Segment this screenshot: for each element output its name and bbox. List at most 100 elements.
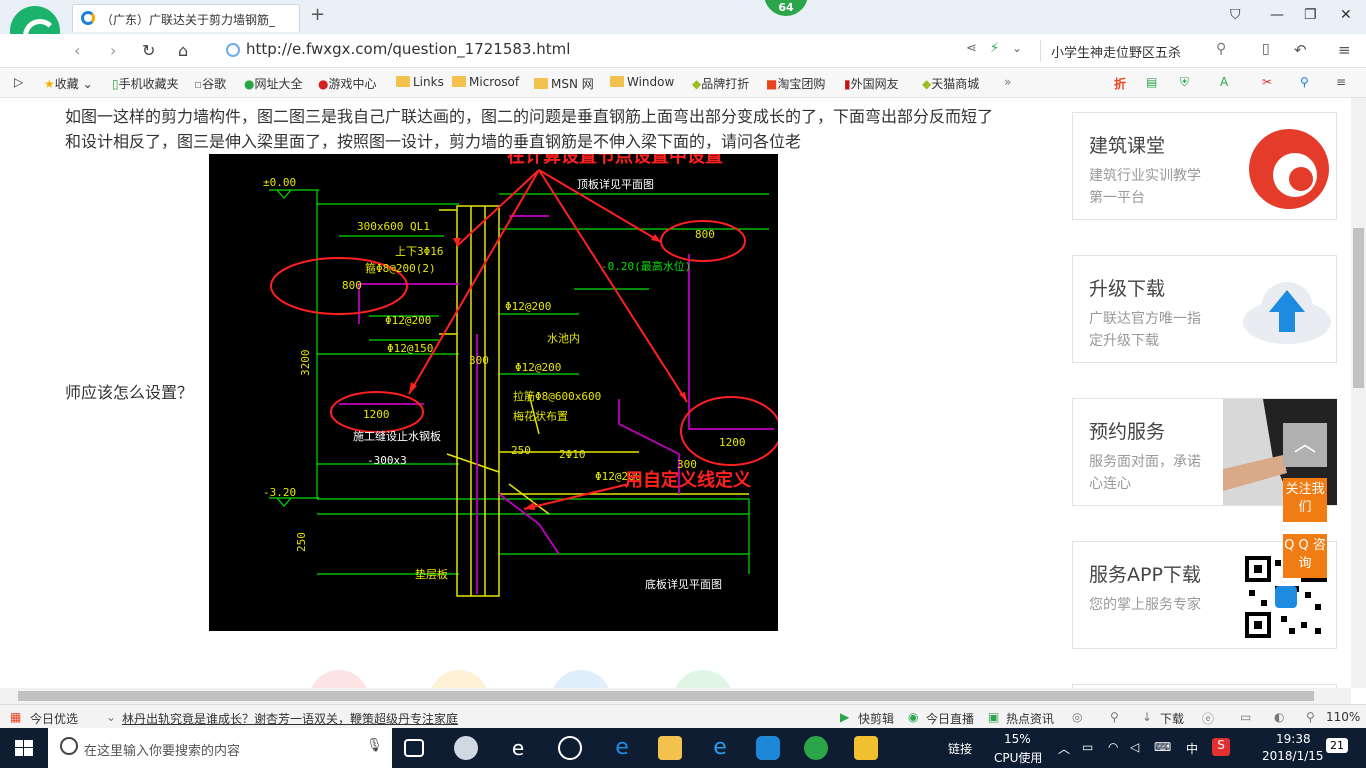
- undo-icon[interactable]: ↶: [1294, 41, 1307, 59]
- cad-drawing-image[interactable]: ±0.00 -3.20 300x600 QL1 上下3Φ16 箍Φ8@200(2…: [209, 145, 782, 631]
- close-button[interactable]: ✕: [1340, 7, 1352, 23]
- keyboard-icon[interactable]: ⌨: [1154, 740, 1171, 754]
- card-upgrade-download[interactable]: 升级下载 广联达官方唯一指定升级下载: [1072, 255, 1337, 363]
- link-toolbar[interactable]: 链接: [948, 740, 972, 757]
- stirrup-label: 箍Φ8@200(2): [365, 261, 436, 275]
- status-bar: ▦ 今日优选 ⌄ 林丹出轨究竟是谁成长？谢杏芳一语双关，鞭策超级丹专注家庭 ▶ …: [0, 704, 1366, 728]
- fav-collect[interactable]: ★收藏 ⌄: [44, 75, 93, 92]
- discount-icon[interactable]: 折: [1114, 75, 1126, 92]
- translate-icon[interactable]: A: [1220, 75, 1228, 89]
- reload-icon[interactable]: ↻: [142, 41, 155, 60]
- fav-links[interactable]: Links: [396, 75, 444, 89]
- vertical-scroll-thumb[interactable]: [1353, 228, 1364, 388]
- fan-app-icon[interactable]: [454, 736, 478, 760]
- qq-consult-button[interactable]: Q Q 咨询: [1283, 534, 1327, 578]
- minimize-button[interactable]: —: [1270, 7, 1284, 23]
- globe-icon: ●: [244, 77, 255, 91]
- download-label[interactable]: 下载: [1160, 710, 1184, 727]
- fav-msn[interactable]: MSN 网: [534, 75, 594, 92]
- water-level-label: -0.20(最高水位): [601, 259, 691, 273]
- notification-badge[interactable]: 64: [764, 0, 808, 16]
- file-explorer-icon[interactable]: [658, 736, 682, 760]
- taskbar-search-input[interactable]: 在这里输入你要搜索的内容 🎙: [48, 728, 392, 768]
- fav-foreign[interactable]: ▮外国网友: [844, 75, 899, 92]
- back-to-top-button[interactable]: ︿: [1283, 423, 1327, 467]
- fav-hao[interactable]: ●网址大全: [244, 75, 303, 92]
- ie-icon[interactable]: e: [708, 736, 732, 760]
- clock-time[interactable]: 19:38: [1276, 732, 1311, 746]
- news-ticker[interactable]: 林丹出轨究竟是谁成长？谢杏芳一语双关，鞭策超级丹专注家庭: [122, 710, 458, 727]
- menu-icon[interactable]: ≡: [1338, 41, 1351, 59]
- quick-cut[interactable]: 快剪辑: [858, 710, 894, 727]
- restore-button[interactable]: ❐: [1304, 7, 1317, 23]
- dim-1200-left: 1200: [363, 408, 390, 421]
- zoom-level[interactable]: 110%: [1326, 710, 1360, 724]
- browser-tab[interactable]: （广东）广联达关于剪力墙钢筋_ ×: [72, 4, 300, 32]
- shirt-icon[interactable]: ⛉: [1230, 7, 1241, 23]
- fav-brand[interactable]: ◆品牌打折: [692, 75, 749, 92]
- menu-icon[interactable]: ≡: [1336, 75, 1346, 89]
- battery-icon[interactable]: ▭: [1082, 740, 1093, 754]
- fav-tmall[interactable]: ◆天猫商城: [922, 75, 979, 92]
- today-picks[interactable]: 今日优选: [30, 710, 78, 727]
- fav-game[interactable]: ●游戏中心: [318, 75, 377, 92]
- more-favorites-icon[interactable]: »: [1004, 75, 1011, 89]
- chevron-down-icon[interactable]: ⌄: [1012, 41, 1022, 55]
- ime-indicator[interactable]: 中: [1186, 740, 1198, 757]
- bottom-circle-icons: [311, 670, 731, 688]
- notes-app-icon[interactable]: [854, 736, 878, 760]
- fav-windows[interactable]: Window: [610, 75, 674, 89]
- chrome-like-icon[interactable]: [558, 736, 582, 760]
- follow-us-button[interactable]: 关注我们: [1283, 478, 1327, 522]
- clock-date[interactable]: 2018/1/15: [1262, 749, 1324, 763]
- edge-icon[interactable]: e: [506, 736, 530, 760]
- vertical-scrollbar[interactable]: [1351, 98, 1366, 688]
- volume-icon[interactable]: ◁: [1130, 740, 1139, 754]
- search-icon[interactable]: ⚲: [1216, 41, 1226, 57]
- horizontal-scroll-thumb[interactable]: [18, 691, 1314, 701]
- forward-icon[interactable]: ›: [110, 41, 116, 60]
- card-building-class[interactable]: 建筑课堂 建筑行业实训教学第一平台: [1072, 112, 1337, 220]
- notification-count[interactable]: 21: [1326, 738, 1348, 753]
- address-bar[interactable]: http://e.fwxgx.com/question_1721583.html: [226, 40, 962, 62]
- browser-taskbar-icon[interactable]: [804, 736, 828, 760]
- windows-start-icon[interactable]: [15, 740, 33, 756]
- task-view-icon[interactable]: [404, 739, 424, 757]
- fav-google[interactable]: ▫谷歌: [194, 75, 226, 92]
- sogou-icon[interactable]: S: [1212, 738, 1230, 756]
- top-plan-label: 顶板详见平面图: [577, 177, 654, 191]
- cpu-label: CPU使用: [994, 751, 1043, 765]
- waterstop-label: 施工缝设止水钢板: [353, 429, 441, 443]
- fav-mobile[interactable]: ▯手机收藏夹: [112, 75, 179, 92]
- chevron-icon[interactable]: ⌄: [106, 710, 116, 724]
- today-live[interactable]: 今日直播: [926, 710, 974, 727]
- back-icon[interactable]: ‹: [74, 41, 80, 60]
- sidebar-toggle-icon[interactable]: ▷: [14, 75, 23, 89]
- fav-taobao[interactable]: ■淘宝团购: [766, 75, 825, 92]
- shield-icon[interactable]: ⛨: [1180, 75, 1189, 90]
- pin-icon[interactable]: ⚲: [1110, 710, 1119, 724]
- hot-news[interactable]: 热点资讯: [1006, 710, 1054, 727]
- glodon-app-icon[interactable]: [756, 736, 780, 760]
- card-desc: 广联达官方唯一指定升级下载: [1089, 311, 1201, 349]
- sound-icon[interactable]: ◐: [1274, 710, 1284, 724]
- wifi-icon[interactable]: ◠: [1108, 740, 1118, 754]
- ie-blue-icon[interactable]: e: [610, 736, 634, 760]
- ie-mode-icon[interactable]: ⓔ: [1202, 710, 1214, 727]
- elev-bottom-label: -3.20: [263, 486, 296, 499]
- share-icon[interactable]: ⋖: [966, 41, 977, 56]
- mobile-icon[interactable]: ▯: [1262, 41, 1270, 57]
- scissors-icon[interactable]: ✂: [1262, 75, 1272, 89]
- card-desc: 服务面对面，承诺心连心: [1089, 454, 1201, 492]
- home-icon[interactable]: ⌂: [178, 41, 188, 60]
- magnifier-icon[interactable]: ⚲: [1300, 75, 1309, 89]
- accelerate-icon[interactable]: ◎: [1072, 710, 1082, 724]
- search-input[interactable]: 小学生神走位野区五杀: [1040, 40, 1236, 62]
- window-icon[interactable]: ▭: [1240, 710, 1251, 724]
- fav-microsoft[interactable]: Microsof: [452, 75, 519, 89]
- flash-icon[interactable]: ⚡: [990, 41, 999, 56]
- new-tab-button[interactable]: +: [310, 4, 325, 25]
- tray-expand-icon[interactable]: ︿: [1058, 740, 1070, 757]
- book-icon[interactable]: ▤: [1146, 75, 1157, 89]
- microphone-icon[interactable]: 🎙: [366, 738, 383, 753]
